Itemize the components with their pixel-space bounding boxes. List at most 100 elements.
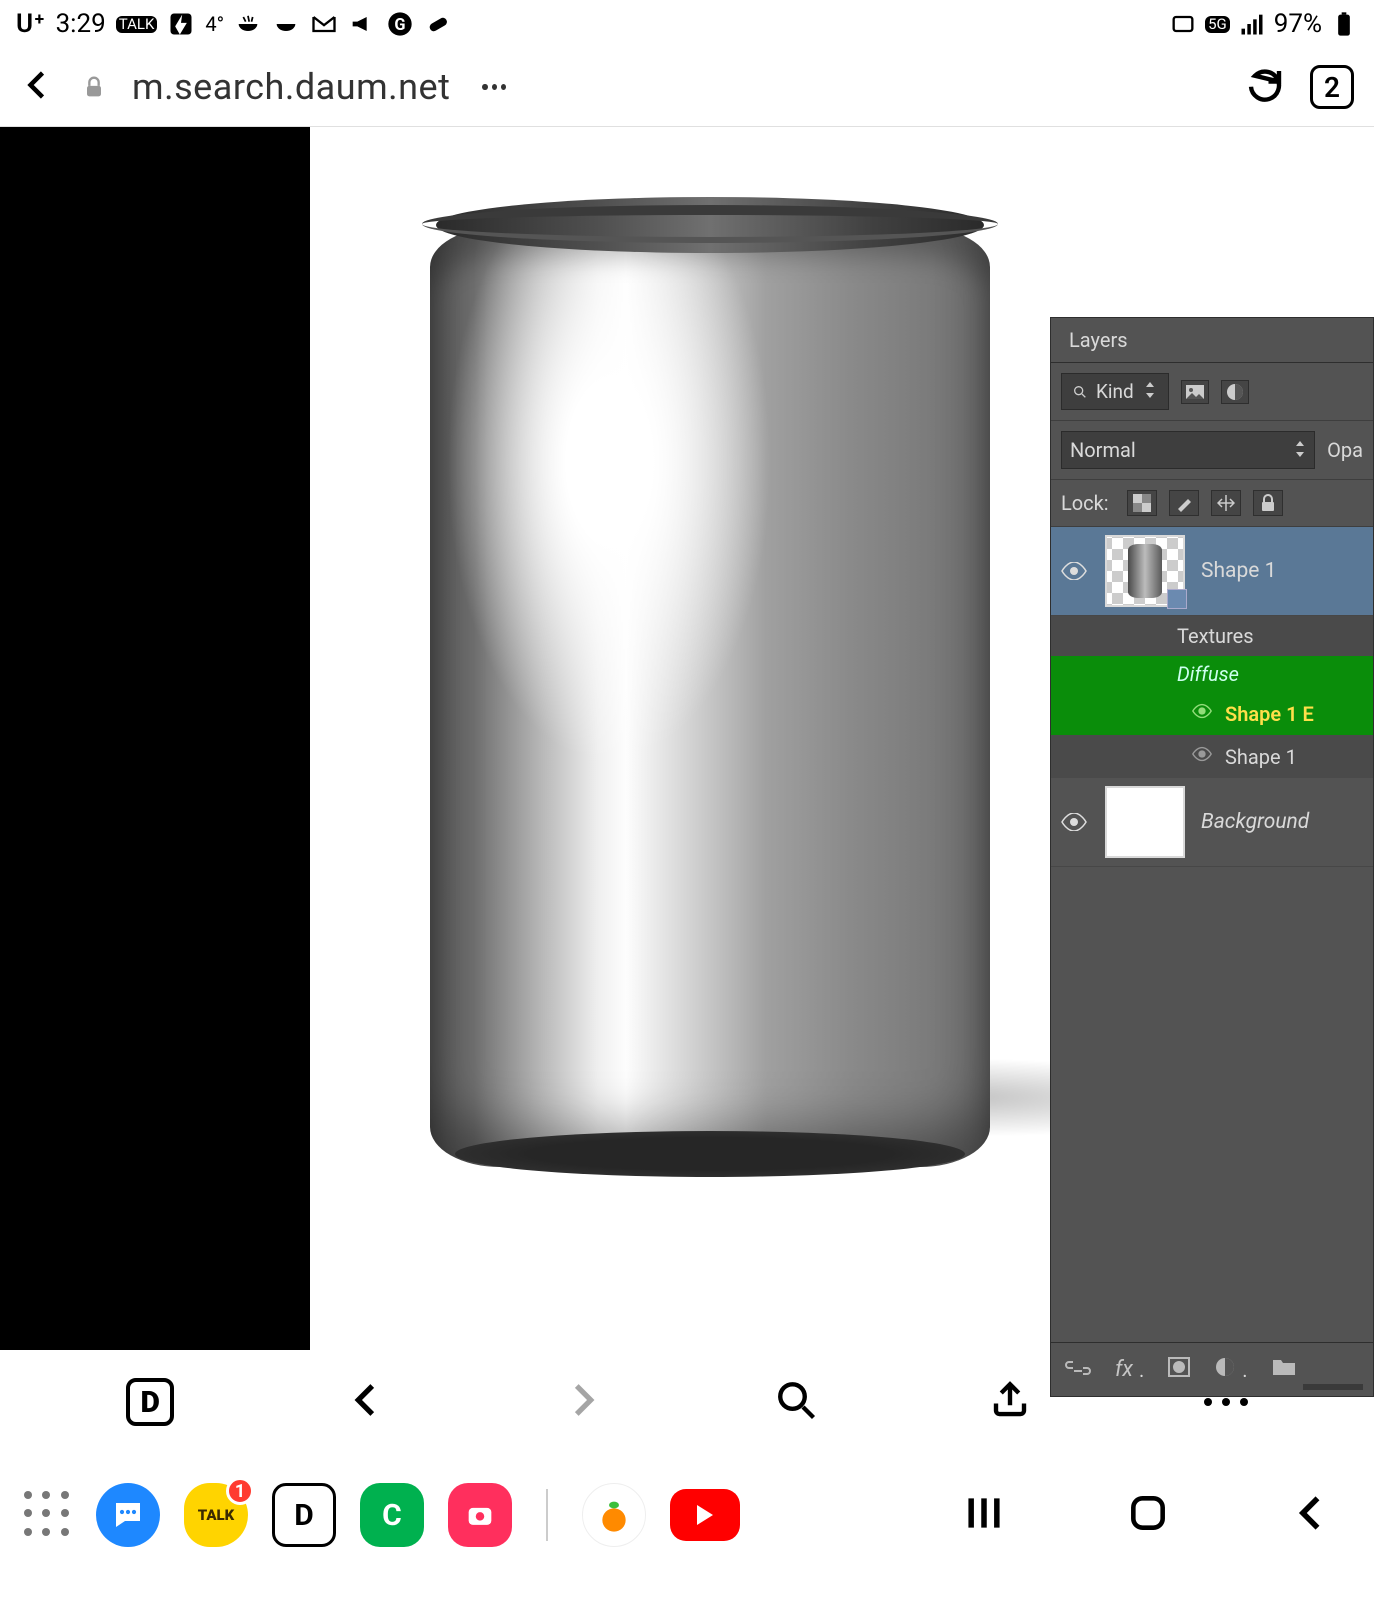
lock-paint-button[interactable] <box>1169 490 1199 516</box>
weather-temp: 4° <box>205 12 224 36</box>
notification-badge: 1 <box>226 1477 254 1505</box>
visibility-toggle-icon[interactable] <box>1191 743 1213 770</box>
tabs-button[interactable]: 2 <box>1310 65 1354 109</box>
url-text[interactable]: m.search.daum.net <box>132 66 450 108</box>
filter-pixel-icon[interactable] <box>1181 380 1209 404</box>
opacity-label: Opa <box>1327 438 1363 462</box>
visibility-toggle-icon[interactable] <box>1191 700 1213 727</box>
dropdown-caret-icon[interactable]: . <box>1242 1358 1247 1382</box>
talk-indicator-icon: TALK <box>116 16 158 33</box>
messages-app-icon[interactable] <box>96 1483 160 1547</box>
signal-icon <box>1238 10 1266 38</box>
shape1-sub-name: Shape 1 <box>1225 745 1297 769</box>
battery-percent: 97% <box>1274 9 1322 39</box>
carrier-label: U⁺ <box>16 9 46 39</box>
diffuse-child-row[interactable]: Shape 1 E <box>1051 692 1373 735</box>
lock-transparency-button[interactable] <box>1127 490 1157 516</box>
play-icon <box>697 1505 713 1525</box>
3d-badge-icon <box>1167 589 1187 609</box>
resize-grip-icon[interactable] <box>1303 1384 1363 1390</box>
tangerine-app-icon[interactable] <box>582 1483 646 1547</box>
more-menu-button[interactable] <box>1204 1398 1248 1406</box>
app-notification-icon <box>167 10 195 38</box>
lock-all-button[interactable] <box>1253 490 1283 516</box>
share-button[interactable] <box>989 1379 1031 1425</box>
diffuse-header[interactable]: Diffuse <box>1051 656 1373 692</box>
layer-filter-row: Kind <box>1051 363 1373 421</box>
recents-button[interactable] <box>962 1491 1006 1539</box>
browser-back-button[interactable] <box>20 67 56 107</box>
lock-position-button[interactable] <box>1211 490 1241 516</box>
card-icon <box>1169 10 1197 38</box>
fx-dropdown-icon[interactable]: . <box>1139 1358 1144 1382</box>
app-dock: TALK 1 D C <box>0 1454 1374 1576</box>
page-content: Layers Kind Normal Opa Lock: <box>0 126 1374 1350</box>
svg-text:G: G <box>395 15 406 34</box>
layer-name: Shape 1 <box>1201 559 1276 583</box>
bowl-icon <box>234 10 262 38</box>
bowl2-icon <box>272 10 300 38</box>
visibility-toggle[interactable] <box>1059 562 1089 580</box>
layers-panel: Layers Kind Normal Opa Lock: <box>1050 317 1374 1397</box>
kakaotalk-app-icon[interactable]: TALK 1 <box>184 1483 248 1547</box>
shape1-sub-row[interactable]: Shape 1 <box>1051 735 1373 778</box>
dock-separator <box>546 1489 548 1541</box>
filter-kind-label: Kind <box>1096 380 1134 403</box>
visibility-toggle[interactable] <box>1059 813 1089 831</box>
tabs-count: 2 <box>1324 71 1340 104</box>
home-button[interactable] <box>1126 1491 1170 1539</box>
status-bar: U⁺ 3:29 TALK 4° G 5G 97% <box>0 0 1374 48</box>
naver-app-icon[interactable]: C <box>360 1483 424 1547</box>
status-left: U⁺ 3:29 TALK 4° G <box>16 9 452 39</box>
clock: 3:29 <box>56 9 106 39</box>
fx-button[interactable]: fx <box>1115 1357 1133 1382</box>
layer-thumbnail[interactable] <box>1105 786 1185 858</box>
textures-header[interactable]: Textures <box>1051 616 1373 656</box>
layer-name: Background <box>1201 810 1309 834</box>
app-drawer-button[interactable] <box>24 1491 72 1539</box>
megaphone-icon <box>348 10 376 38</box>
nav-forward-button[interactable] <box>561 1379 603 1425</box>
gmail-icon <box>310 10 338 38</box>
pill-icon <box>424 10 452 38</box>
google-circle-icon: G <box>386 10 414 38</box>
filter-adjust-icon[interactable] <box>1221 380 1249 404</box>
blend-mode-select[interactable]: Normal <box>1061 431 1315 469</box>
lock-icon <box>80 73 108 101</box>
diffuse-child-name: Shape 1 E <box>1225 702 1314 726</box>
system-nav <box>962 1491 1334 1539</box>
talk-label: TALK <box>198 1506 235 1524</box>
battery-icon <box>1330 10 1358 38</box>
status-right: 5G 97% <box>1169 9 1358 39</box>
blend-mode-label: Normal <box>1070 438 1136 462</box>
refresh-button[interactable] <box>1244 64 1286 110</box>
layer-thumbnail[interactable] <box>1105 535 1185 607</box>
image-black-margin <box>0 127 310 1350</box>
blend-mode-row: Normal Opa <box>1051 421 1373 480</box>
youtube-app-icon[interactable] <box>670 1489 740 1541</box>
lock-row: Lock: <box>1051 480 1373 527</box>
lock-label: Lock: <box>1061 491 1109 515</box>
d-label: D <box>140 1385 159 1420</box>
tab-layers[interactable]: Layers <box>1051 318 1146 362</box>
url-truncate-icon <box>480 82 508 92</box>
browser-toolbar: m.search.daum.net 2 <box>0 48 1374 126</box>
sublayers: Textures Diffuse Shape 1 E Shape 1 <box>1051 616 1373 778</box>
panel-tabs: Layers <box>1051 318 1373 363</box>
mask-icon[interactable] <box>1168 1357 1190 1382</box>
back-button[interactable] <box>1290 1491 1334 1539</box>
layer-row-shape1[interactable]: Shape 1 <box>1051 527 1373 616</box>
updown-icon <box>1294 438 1306 462</box>
folder-icon[interactable] <box>1272 1357 1296 1382</box>
adjustment-layer-icon[interactable] <box>1214 1356 1236 1383</box>
camera-app-icon[interactable] <box>448 1483 512 1547</box>
daum-app-icon[interactable]: D <box>272 1483 336 1547</box>
layer-filter-kind[interactable]: Kind <box>1061 373 1169 410</box>
layer-row-background[interactable]: Background <box>1051 778 1373 867</box>
daum-home-button[interactable]: D <box>126 1378 174 1426</box>
search-button[interactable] <box>775 1379 817 1425</box>
can-3d-object <box>430 197 990 1177</box>
nav-back-button[interactable] <box>346 1379 388 1425</box>
network-badge: 5G <box>1205 16 1230 33</box>
link-layers-icon[interactable] <box>1065 1358 1091 1382</box>
